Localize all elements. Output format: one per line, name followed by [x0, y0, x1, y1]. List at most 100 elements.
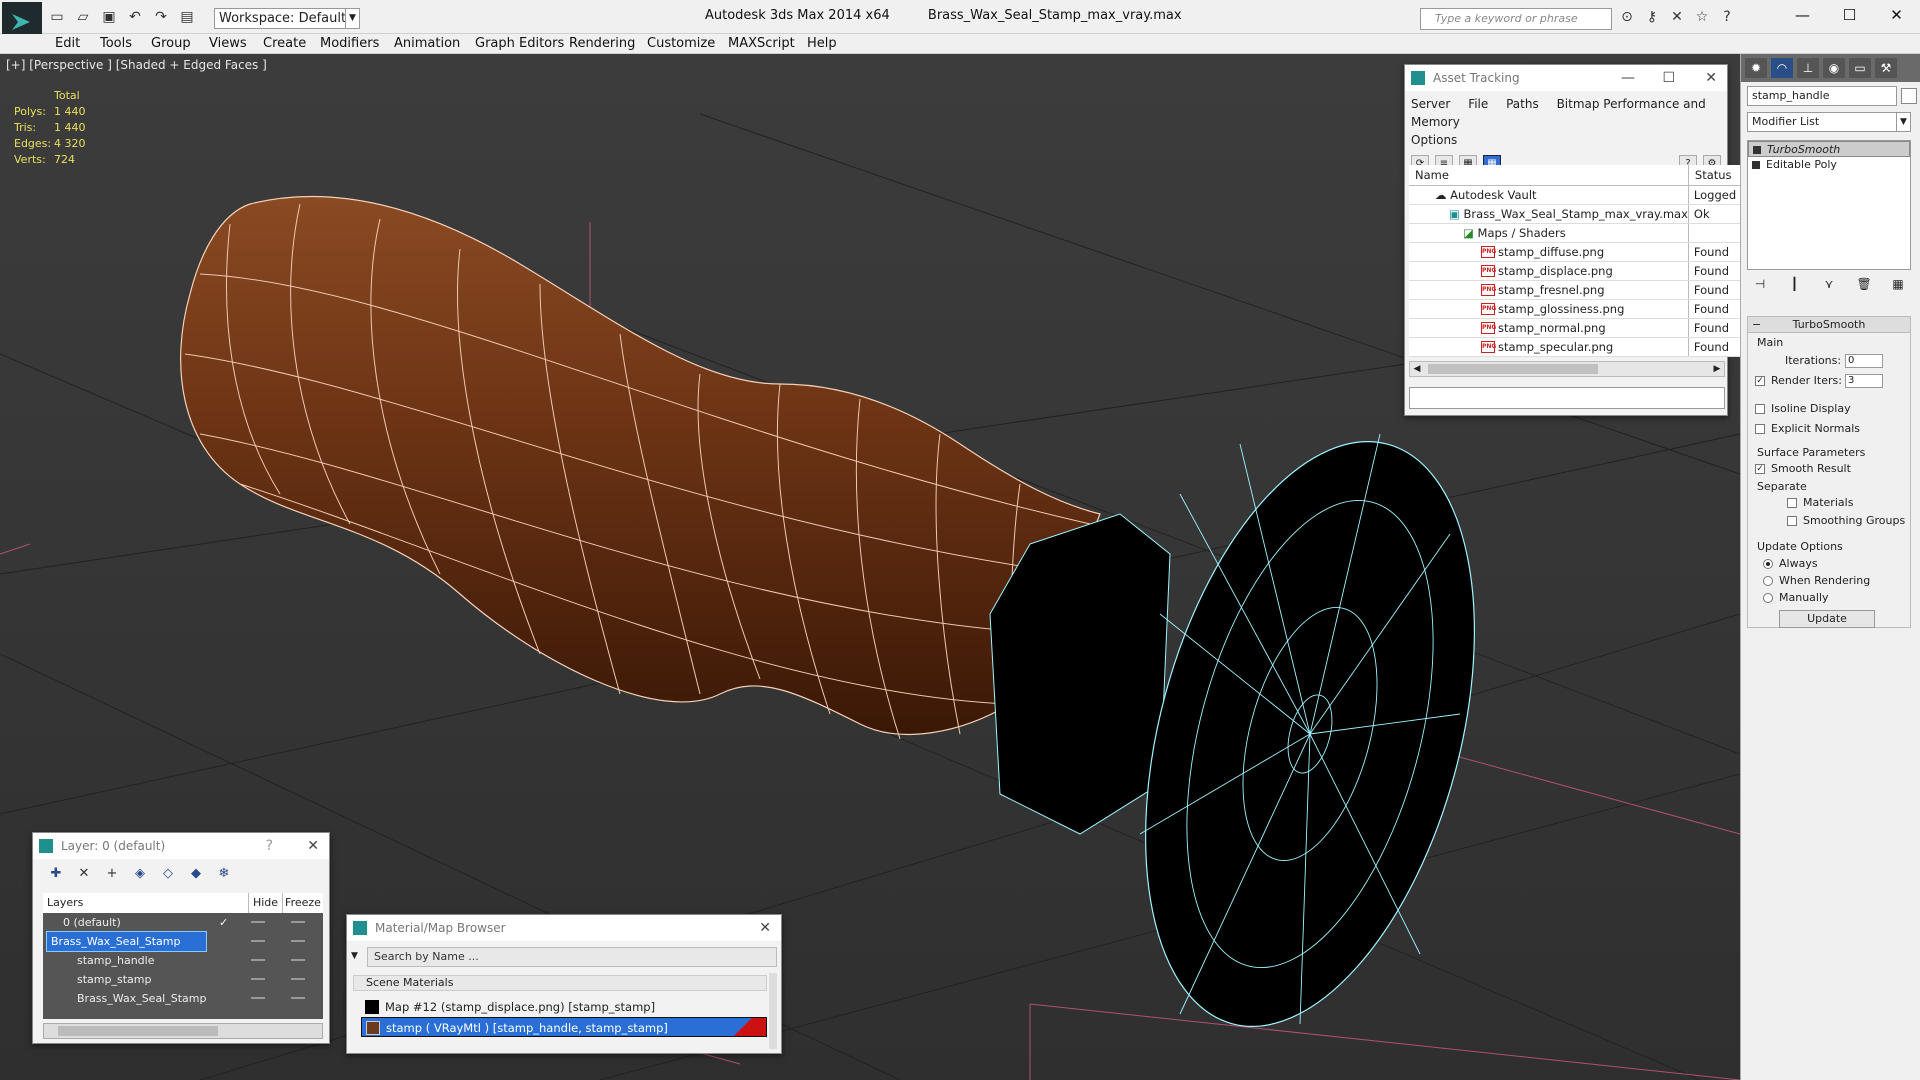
asset-tracking-titlebar[interactable]: Asset Tracking — ☐ ✕ — [1405, 65, 1727, 91]
pin-stack-icon[interactable]: ⊣ — [1753, 276, 1767, 292]
expand-plus-icon[interactable] — [1752, 161, 1760, 169]
table-row[interactable]: PNG stamp_diffuse.png Found — [1409, 242, 1761, 262]
key-icon[interactable]: ⚷ — [1643, 8, 1661, 26]
keyword-search-input[interactable]: Type a keyword or phrase — [1420, 8, 1612, 30]
update-button[interactable]: Update — [1779, 610, 1875, 628]
menu-views[interactable]: Views — [209, 36, 247, 51]
material-search-input[interactable]: Search by Name ... — [367, 947, 777, 967]
table-row[interactable]: PNG stamp_normal.png Found — [1409, 318, 1761, 338]
menu-paths[interactable]: Paths — [1506, 97, 1539, 111]
scene-materials-group[interactable]: Scene Materials — [353, 975, 767, 991]
menu-file[interactable]: File — [1468, 97, 1488, 111]
smooth-result-checkbox[interactable]: ✓ — [1755, 464, 1765, 474]
select-objects-icon[interactable]: ◈ — [131, 865, 149, 883]
star-icon[interactable]: ☆ — [1693, 8, 1711, 26]
list-item[interactable]: stamp_handle — [43, 951, 323, 970]
exchange-icon[interactable]: ✕ — [1668, 8, 1686, 26]
menu-animation[interactable]: Animation — [394, 36, 460, 51]
modifier-list-dropdown[interactable]: Modifier List ▼ — [1747, 112, 1911, 132]
rollout-header[interactable]: − TurboSmooth — [1748, 317, 1910, 333]
chevron-down-icon[interactable]: ▼ — [351, 951, 358, 961]
col-name[interactable]: Name — [1409, 165, 1689, 186]
remove-modifier-icon[interactable]: 🗑 — [1857, 276, 1872, 292]
material-vertical-scrollbar[interactable] — [769, 973, 777, 1049]
table-row[interactable]: PNG stamp_glossiness.png Found — [1409, 299, 1761, 319]
viewport-label[interactable]: [+] [Perspective ] [Shaded + Edged Faces… — [6, 58, 267, 72]
motion-tab-icon[interactable]: ◉ — [1823, 58, 1845, 78]
close-icon[interactable]: ✕ — [1873, 0, 1920, 30]
freeze-all-icon[interactable]: ❄ — [215, 865, 233, 883]
table-row[interactable]: ◪ Maps / Shaders — [1409, 223, 1761, 243]
menu-modifiers[interactable]: Modifiers — [320, 36, 379, 51]
lightbulb-icon[interactable] — [1753, 146, 1761, 154]
close-icon[interactable]: ✕ — [307, 833, 319, 859]
project-folder-icon[interactable]: ▤ — [178, 8, 196, 26]
minimize-icon[interactable]: — — [1621, 65, 1635, 91]
help-icon[interactable]: ? — [266, 833, 273, 859]
smoothing-groups-checkbox[interactable] — [1787, 516, 1797, 526]
make-unique-icon[interactable]: ⋎ — [1822, 276, 1836, 292]
menu-create[interactable]: Create — [263, 36, 306, 51]
asset-path-field[interactable] — [1409, 387, 1725, 409]
configure-sets-icon[interactable]: ▦ — [1891, 276, 1905, 292]
new-layer-icon[interactable]: ✚ — [47, 865, 65, 883]
material-browser-titlebar[interactable]: Material/Map Browser ✕ — [347, 915, 781, 941]
menu-server[interactable]: Server — [1411, 97, 1450, 111]
stack-item-editable-poly[interactable]: Editable Poly — [1748, 157, 1910, 173]
add-selection-icon[interactable]: + — [103, 865, 121, 883]
list-item[interactable]: stamp ( VRayMtl ) [stamp_handle, stamp_s… — [361, 1017, 767, 1037]
list-item[interactable]: 0 (default) ✓ — [43, 913, 323, 932]
list-item[interactable]: stamp_stamp — [43, 970, 323, 989]
always-radio[interactable] — [1763, 559, 1773, 569]
maximize-icon[interactable]: ☐ — [1826, 0, 1873, 30]
asset-horizontal-scrollbar[interactable]: ◀ ▶ — [1409, 361, 1725, 377]
save-file-icon[interactable]: ▣ — [100, 8, 118, 26]
show-end-result-icon[interactable]: ┃ — [1788, 276, 1802, 292]
scroll-left-icon[interactable]: ◀ — [1410, 362, 1424, 376]
menu-edit[interactable]: Edit — [55, 36, 80, 51]
scroll-thumb[interactable] — [58, 1026, 218, 1036]
open-file-icon[interactable]: ▱ — [74, 8, 92, 26]
menu-help[interactable]: Help — [807, 36, 837, 51]
minimize-icon[interactable]: — — [1779, 0, 1826, 30]
table-row[interactable]: PNG stamp_fresnel.png Found — [1409, 280, 1761, 300]
table-row[interactable]: PNG stamp_displace.png Found — [1409, 261, 1761, 281]
table-row[interactable]: ☁ Autodesk Vault Logged Out — [1409, 185, 1761, 205]
list-item[interactable]: Brass_Wax_Seal_Stamp — [43, 931, 323, 952]
hide-all-icon[interactable]: ◆ — [187, 865, 205, 883]
render-iters-spinner[interactable]: 3 — [1845, 374, 1883, 388]
col-layers[interactable]: Layers — [43, 893, 249, 913]
explicit-normals-checkbox[interactable] — [1755, 424, 1765, 434]
manually-radio[interactable] — [1763, 593, 1773, 603]
hierarchy-tab-icon[interactable]: ⊥ — [1797, 58, 1819, 78]
materials-checkbox[interactable] — [1787, 498, 1797, 508]
binoculars-icon[interactable]: ⊙ — [1618, 8, 1636, 26]
iterations-spinner[interactable]: 0 — [1845, 354, 1883, 368]
object-color-swatch[interactable] — [1901, 88, 1917, 104]
layer-titlebar[interactable]: Layer: 0 (default) ? ✕ — [33, 833, 329, 859]
table-row[interactable]: ▣ Brass_Wax_Seal_Stamp_max_vray.max Ok — [1409, 204, 1761, 224]
menu-bitmap-performance[interactable]: Bitmap Performance and Memory — [1411, 97, 1706, 129]
render-iters-checkbox[interactable]: ✓ — [1755, 376, 1765, 386]
when-rendering-radio[interactable] — [1763, 576, 1773, 586]
stack-item-turbosmooth[interactable]: TurboSmooth — [1748, 141, 1910, 157]
menu-graph-editors[interactable]: Graph Editors — [475, 36, 564, 51]
list-item[interactable]: Brass_Wax_Seal_Stamp — [43, 989, 323, 1008]
workspace-dropdown[interactable]: Workspace: Default ▼ — [214, 8, 360, 29]
menu-customize[interactable]: Customize — [647, 36, 715, 51]
menu-maxscript[interactable]: MAXScript — [728, 36, 795, 51]
menu-rendering[interactable]: Rendering — [569, 36, 635, 51]
utilities-tab-icon[interactable]: ⚒ — [1875, 58, 1897, 78]
highlight-layer-icon[interactable]: ◇ — [159, 865, 177, 883]
help-icon[interactable]: ? — [1718, 8, 1736, 26]
table-row[interactable]: PNG stamp_specular.png Found — [1409, 337, 1761, 357]
layer-horizontal-scrollbar[interactable] — [43, 1023, 323, 1039]
create-tab-icon[interactable]: ✹ — [1745, 58, 1767, 78]
redo-icon[interactable]: ↷ — [152, 8, 170, 26]
menu-options[interactable]: Options — [1411, 133, 1457, 147]
close-icon[interactable]: ✕ — [759, 915, 771, 941]
col-hide[interactable]: Hide — [249, 893, 283, 913]
scroll-thumb[interactable] — [1428, 364, 1598, 374]
close-icon[interactable]: ✕ — [1705, 65, 1717, 91]
menu-group[interactable]: Group — [151, 36, 191, 51]
